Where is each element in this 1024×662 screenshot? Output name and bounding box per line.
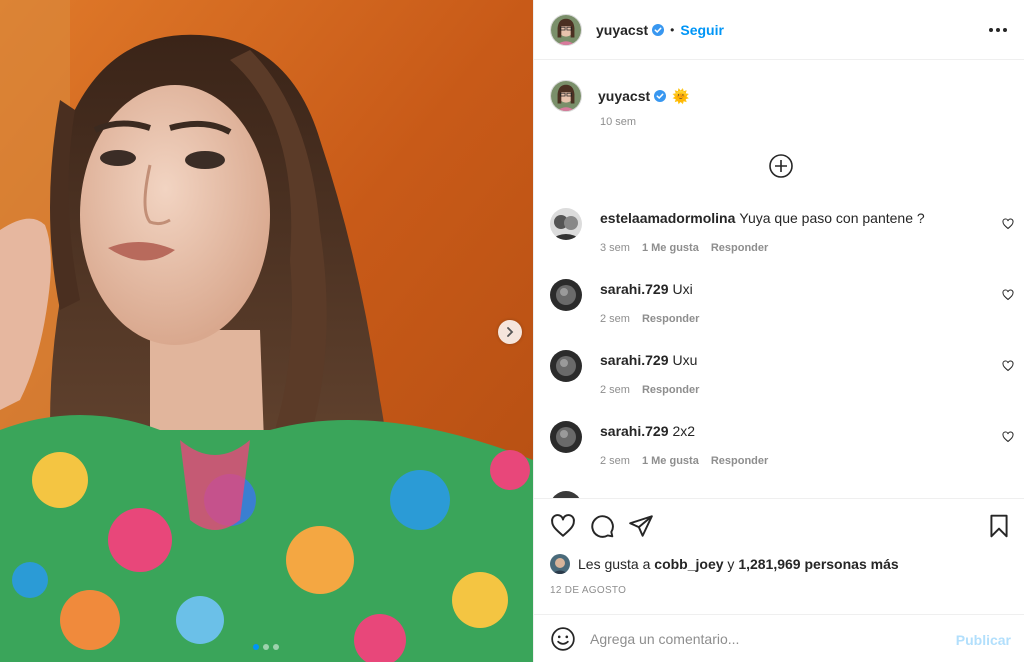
comment-text: sarahi.729 Uxu <box>600 352 697 368</box>
bookmark-icon[interactable] <box>986 513 1012 539</box>
comment-meta: 2 sem 1 Me gusta Responder <box>600 455 768 467</box>
add-comment-bar: Publicar <box>534 614 1024 662</box>
caption-username[interactable]: yuyacst <box>598 88 650 104</box>
comment-username[interactable]: estelaamadormolina <box>600 210 735 226</box>
comment-icon[interactable] <box>589 513 615 539</box>
comment-likes[interactable]: 1 Me gusta <box>642 242 699 254</box>
comment-heart-icon[interactable] <box>1002 289 1014 301</box>
liker-avatar-image <box>550 554 570 574</box>
carousel-dot <box>253 644 259 650</box>
post-date[interactable]: 12 DE AGOSTO <box>550 585 626 596</box>
likes-count[interactable]: 1,281,969 personas más <box>738 556 898 572</box>
heart-icon[interactable] <box>550 513 576 539</box>
caption-avatar-image <box>551 81 581 111</box>
comment-item: sarahi.729 Uxi 2 sem Responder <box>550 277 1016 348</box>
commenter-avatar[interactable] <box>550 350 582 382</box>
share-icon[interactable] <box>628 513 654 539</box>
comment-meta: 2 sem Responder <box>600 384 699 396</box>
likes-prefix: Les gusta a <box>578 556 651 572</box>
comment-username[interactable]: sarahi.729 <box>600 423 669 439</box>
comment-time[interactable]: 2 sem <box>600 384 630 396</box>
comment-input[interactable] <box>590 630 950 647</box>
commenter-avatar-image <box>550 350 582 382</box>
carousel-dot <box>263 644 269 650</box>
commenter-avatar[interactable] <box>550 208 582 240</box>
comment-body: Yuya que paso con pantene ? <box>739 210 925 226</box>
comment-body: Uxu <box>672 352 698 368</box>
post-caption: yuyacst 🌞 10 sem <box>550 80 1010 128</box>
commenter-avatar-image <box>550 208 582 240</box>
comment-item: estelaamadormolina Yuya que paso con pant… <box>550 206 1016 277</box>
post-photo <box>0 0 533 662</box>
likes-conjunction: y <box>727 556 735 572</box>
reply-button[interactable]: Responder <box>642 384 699 396</box>
comment-username[interactable]: sarahi.729 <box>600 281 669 297</box>
author-avatar-image <box>551 14 581 45</box>
commenter-avatar[interactable] <box>550 279 582 311</box>
comments-scroll-peek <box>550 490 1016 498</box>
more-options-icon[interactable] <box>989 22 1009 38</box>
commenter-avatar[interactable] <box>550 421 582 453</box>
caption-author-avatar[interactable] <box>550 80 582 112</box>
instagram-post: yuyacst • Seguir yuyacst 🌞 10 sem estela… <box>0 0 1024 662</box>
verified-badge-icon <box>652 23 665 36</box>
reply-button[interactable]: Responder <box>711 455 768 467</box>
header-separator: • <box>670 22 675 37</box>
comments-list: estelaamadormolina Yuya que paso con pant… <box>550 206 1016 490</box>
commenter-avatar-image <box>550 421 582 453</box>
commenter-avatar-image <box>550 279 582 311</box>
commenter-avatar <box>550 491 582 498</box>
comment-heart-icon[interactable] <box>1002 218 1014 230</box>
comment-body: 2x2 <box>672 423 696 439</box>
emoji-icon[interactable] <box>550 626 576 652</box>
comment-text: sarahi.729 Uxi <box>600 281 693 297</box>
verified-badge-icon <box>654 90 667 102</box>
comment-heart-icon[interactable] <box>1002 360 1014 372</box>
sun-emoji: 🌞 <box>672 88 690 104</box>
caption-timestamp[interactable]: 10 sem <box>600 116 636 128</box>
post-header: yuyacst • Seguir <box>534 0 1024 60</box>
comment-time[interactable]: 2 sem <box>600 313 630 325</box>
carousel-dot <box>273 644 279 650</box>
author-avatar[interactable] <box>550 13 582 46</box>
likes-summary: Les gusta a cobb_joey y 1,281,969 person… <box>550 554 899 574</box>
post-media[interactable] <box>0 0 533 662</box>
publish-button[interactable]: Publicar <box>956 632 1011 648</box>
comment-text: sarahi.729 2x2 <box>600 423 695 439</box>
comment-text: estelaamadormolina Yuya que paso con pant… <box>600 210 925 226</box>
post-side-panel: yuyacst • Seguir yuyacst 🌞 10 sem estela… <box>533 0 1024 662</box>
liker-username[interactable]: cobb_joey <box>654 556 723 572</box>
author-username[interactable]: yuyacst <box>596 22 648 38</box>
comment-time[interactable]: 2 sem <box>600 455 630 467</box>
comment-time[interactable]: 3 sem <box>600 242 630 254</box>
comment-meta: 3 sem 1 Me gusta Responder <box>600 242 768 254</box>
reply-button[interactable]: Responder <box>711 242 768 254</box>
comment-body: Uxi <box>672 281 693 297</box>
follow-button[interactable]: Seguir <box>680 22 724 38</box>
comment-heart-icon[interactable] <box>1002 431 1014 443</box>
comment-item: sarahi.729 2x2 2 sem 1 Me gusta Responder <box>550 419 1016 490</box>
load-more-comments-icon[interactable] <box>768 153 794 179</box>
comment-item: sarahi.729 Uxu 2 sem Responder <box>550 348 1016 419</box>
comment-meta: 2 sem Responder <box>600 313 699 325</box>
post-actions <box>534 498 1024 548</box>
comment-likes[interactable]: 1 Me gusta <box>642 455 699 467</box>
carousel-indicator <box>253 644 279 650</box>
comment-username[interactable]: sarahi.729 <box>600 352 669 368</box>
reply-button[interactable]: Responder <box>642 313 699 325</box>
liker-avatar[interactable] <box>550 554 570 574</box>
carousel-next-button[interactable] <box>498 320 522 344</box>
chevron-right-icon <box>507 327 514 337</box>
